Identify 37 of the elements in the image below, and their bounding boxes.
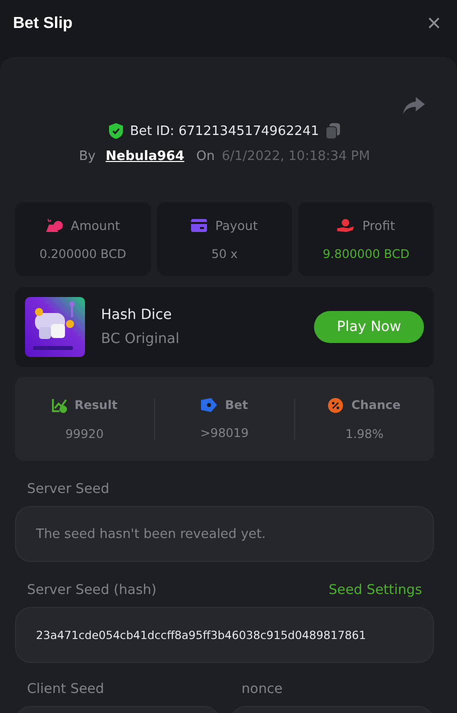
game-name: Hash Dice	[101, 307, 173, 323]
summary-value: 50 x	[211, 246, 238, 260]
percent-icon	[328, 398, 344, 412]
field-label: nonce	[242, 681, 283, 697]
bet-id: Bet ID: 67121345174962241	[130, 124, 320, 138]
detail-value: 1.98%	[345, 426, 384, 440]
by-label: By	[79, 149, 96, 164]
bet-date: 6/1/2022, 10:18:34 PM	[222, 149, 370, 164]
detail-value: 99920	[65, 426, 104, 440]
field-label: Server Seed (hash)	[27, 582, 157, 598]
copy-icon[interactable]	[326, 123, 340, 139]
summary-label: Payout	[215, 218, 258, 232]
tag-icon	[200, 398, 217, 412]
user-link[interactable]: Nebula964	[106, 149, 184, 164]
detail-label: Chance	[351, 398, 401, 412]
close-button[interactable]: ×	[424, 12, 443, 36]
server-seed-hash-field[interactable]: 23a471cde054cb41dccff8a95ff3b46038c915d0489817861	[15, 607, 434, 663]
card-icon	[191, 218, 208, 232]
game-provider: BC Original	[101, 331, 180, 347]
coins-icon	[46, 218, 63, 232]
share-icon[interactable]	[403, 97, 425, 115]
summary-label: Profit	[362, 218, 395, 232]
field-label: Client Seed	[27, 681, 104, 697]
window-title: Bet Slip	[13, 15, 73, 33]
detail-label: Bet	[224, 398, 248, 412]
seed-settings-link[interactable]: Seed Settings	[328, 582, 422, 598]
summary-label: Amount	[70, 218, 120, 232]
chart-check-icon	[52, 398, 67, 412]
play-now-button[interactable]: Play Now	[314, 311, 424, 343]
summary-value: 9.800000 BCD	[322, 246, 410, 260]
field-label: Server Seed	[27, 481, 110, 497]
detail-value: >98019	[200, 426, 249, 440]
on-label: On	[196, 149, 215, 164]
summary-value: 0.200000 BCD	[39, 246, 126, 260]
server-seed-field[interactable]: The seed hasn't been revealed yet.	[15, 506, 434, 562]
hand-coin-icon	[337, 218, 354, 232]
detail-label: Result	[74, 398, 118, 412]
